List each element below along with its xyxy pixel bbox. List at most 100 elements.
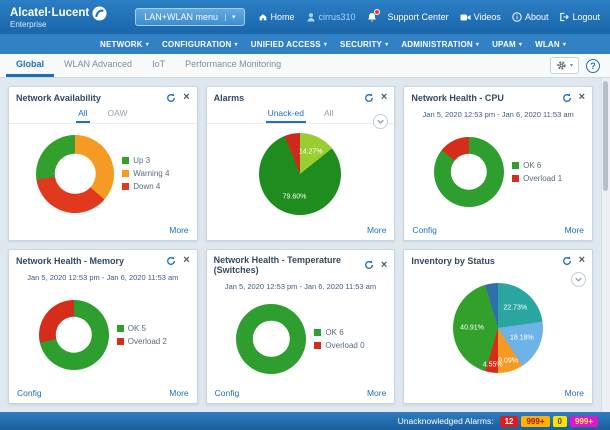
tab-iot[interactable]: IoT [142,54,175,77]
logout-link[interactable]: Logout [559,12,600,22]
widget-network-health-memory: Network Health - Memory × Jan 5, 2020 12… [8,249,198,404]
widget-network-availability: Network Availability × All OAW Up 3 Warni… [8,86,198,241]
date-range: Jan 5, 2020 12:53 pm - Jan 6, 2020 11:53… [207,278,395,292]
widget-alarms: Alarms × Unack-ed All 14.27%79.60% More [206,86,396,241]
refresh-button[interactable] [364,93,374,103]
chevron-down-icon: ▾ [519,41,522,48]
legend-label: Overload 0 [325,341,364,350]
support-center-link[interactable]: Support Center [388,12,449,22]
more-link[interactable]: More [169,225,188,235]
donut-hole [253,321,289,357]
refresh-button[interactable] [166,93,176,103]
nav-security[interactable]: SECURITY▾ [340,40,388,49]
unacknowledged-alarms-label: Unacknowledged Alarms: [398,416,494,426]
widget-title: Alarms [214,93,245,103]
help-button[interactable]: ? [586,59,600,73]
settings-button[interactable]: ▾ [550,57,579,74]
more-link[interactable]: More [565,388,584,398]
tab-global[interactable]: Global [6,54,54,77]
user-link[interactable]: cirrus310 [306,12,356,22]
refresh-icon [364,260,374,270]
config-link[interactable]: Config [215,388,240,398]
legend-item: Overload 2 [117,337,167,346]
alarms-tab-unacked[interactable]: Unack-ed [266,106,306,123]
user-icon [306,12,316,22]
temperature-donut-chart [236,304,306,374]
availability-tabs: All OAW [9,106,197,124]
videos-link[interactable]: Videos [460,12,501,22]
widget-title: Network Health - CPU [411,93,504,103]
brand-subtitle: Enterprise [10,20,107,29]
config-link[interactable]: Config [17,388,42,398]
refresh-icon [166,93,176,103]
nav-unified-access[interactable]: UNIFIED ACCESS▾ [251,40,327,49]
availability-tab-all[interactable]: All [76,106,89,123]
legend-item: Overload 0 [314,341,364,350]
notifications-button[interactable] [367,12,377,23]
legend-item: Up 3 [122,156,169,165]
alarm-badge[interactable]: 0 [553,416,567,427]
alarms-tab-all[interactable]: All [322,106,335,123]
refresh-button[interactable] [364,260,374,270]
legend-swatch [122,170,129,177]
refresh-button[interactable] [562,93,572,103]
nav-wlan[interactable]: WLAN▾ [535,40,566,49]
video-camera-icon [460,13,471,22]
close-button[interactable]: × [381,260,387,271]
nav-upam[interactable]: UPAM▾ [492,40,522,49]
legend-swatch [512,162,519,169]
nav-network[interactable]: NETWORK▾ [100,40,149,49]
more-link[interactable]: More [367,388,386,398]
donut-hole [451,153,487,189]
scrollbar-thumb[interactable] [603,81,608,191]
top-bar: Alcatel·Lucent Enterprise LAN+WLAN menu … [0,0,610,34]
legend-item: Warning 4 [122,169,169,178]
close-button[interactable]: × [183,92,189,103]
memory-legend: OK 5 Overload 2 [117,324,167,346]
chevron-down-icon [376,117,385,126]
refresh-button[interactable] [166,256,176,266]
more-link[interactable]: More [565,225,584,235]
logout-icon [559,12,569,22]
legend-label: Warning 4 [133,169,169,178]
date-range: Jan 5, 2020 12:53 pm - Jan 6, 2020 11:53… [404,106,592,120]
collapse-button[interactable] [571,272,586,287]
alarm-badge[interactable]: 12 [500,416,519,427]
tab-performance-monitoring[interactable]: Performance Monitoring [175,54,291,77]
legend-label: OK 5 [128,324,146,333]
dashboard-tab-bar: Global WLAN Advanced IoT Performance Mon… [0,54,610,78]
home-icon [258,12,268,22]
close-button[interactable]: × [579,255,585,266]
chevron-down-icon: ▾ [324,41,327,48]
legend-item: OK 5 [117,324,167,333]
vertical-scrollbar[interactable] [601,78,610,412]
legend-label: Overload 2 [128,337,167,346]
close-button[interactable]: × [381,92,387,103]
alarm-badge[interactable]: 999+ [570,416,598,427]
more-link[interactable]: More [169,388,188,398]
chevron-down-icon [574,275,583,284]
lan-wlan-menu-button[interactable]: LAN+WLAN menu ▾ [135,8,244,26]
main-nav: NETWORK▾ CONFIGURATION▾ UNIFIED ACCESS▾ … [0,34,610,54]
about-link[interactable]: About [512,12,549,22]
widget-title: Network Availability [16,93,101,103]
legend-item: OK 6 [512,161,562,170]
legend-label: Overload 1 [523,174,562,183]
nav-administration[interactable]: ADMINISTRATION▾ [401,40,479,49]
chevron-down-icon: ▾ [146,41,149,48]
home-link[interactable]: Home [258,12,295,22]
more-link[interactable]: More [367,225,386,235]
slice-label: 40.91% [460,324,484,331]
close-button[interactable]: × [183,255,189,266]
refresh-button[interactable] [562,256,572,266]
config-link[interactable]: Config [412,225,437,235]
nav-configuration[interactable]: CONFIGURATION▾ [162,40,238,49]
legend-swatch [122,157,129,164]
close-button[interactable]: × [579,92,585,103]
availability-tab-oaw[interactable]: OAW [106,106,130,123]
widget-network-health-cpu: Network Health - CPU × Jan 5, 2020 12:53… [403,86,593,241]
tab-wlan-advanced[interactable]: WLAN Advanced [54,54,142,77]
slice-label: 22.73% [503,304,527,311]
alarm-badge[interactable]: 999+ [521,416,549,427]
chevron-down-icon: ▾ [563,41,566,48]
